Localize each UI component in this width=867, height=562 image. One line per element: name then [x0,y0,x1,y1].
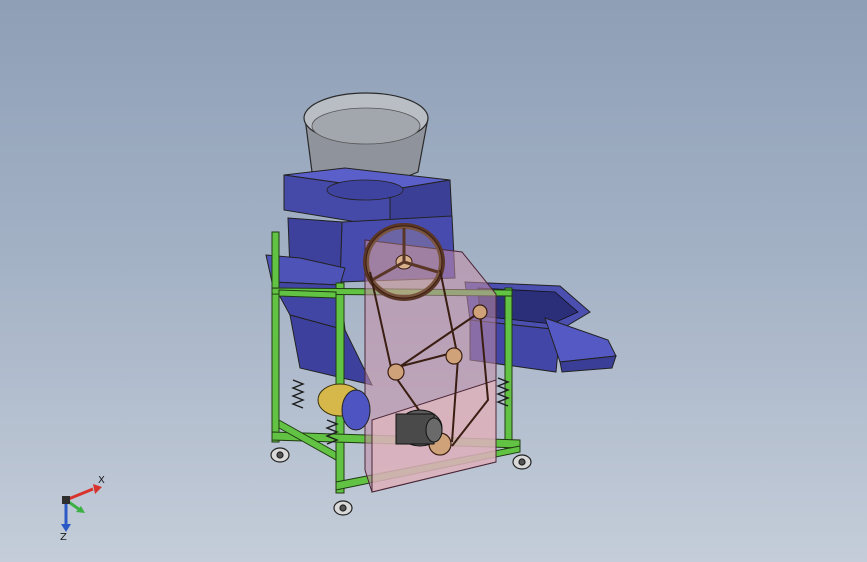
triad-origin [62,496,70,504]
y-axis-label: Y [85,506,93,517]
cad-graphics-area[interactable]: X Y Z [0,0,867,562]
flywheel-pulley [363,223,445,301]
electric-motor [395,409,443,447]
z-axis-arrow [61,500,71,532]
x-axis-arrow [65,484,102,502]
orientation-triad[interactable]: X Y Z [48,470,118,545]
machine-3d-model[interactable] [0,0,867,562]
x-axis-label: X [98,475,105,486]
z-axis-label: Z [60,532,67,543]
